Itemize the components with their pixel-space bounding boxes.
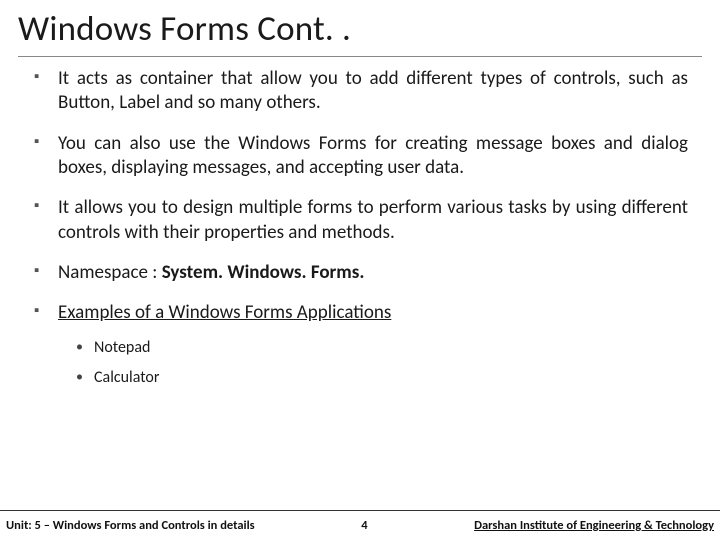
namespace-label: Namespace :	[58, 261, 162, 284]
slide-body: It acts as container that allow you to a…	[0, 67, 720, 390]
bullet-list: It acts as container that allow you to a…	[32, 67, 688, 390]
slide-footer: Unit: 5 – Windows Forms and Controls in …	[0, 510, 720, 540]
bullet-item: You can also use the Windows Forms for c…	[32, 132, 688, 181]
footer-institution: Darshan Institute of Engineering & Techn…	[474, 518, 720, 533]
bullet-item-namespace: Namespace : System. Windows. Forms.	[32, 261, 688, 285]
slide-title: Windows Forms Cont. .	[0, 0, 720, 54]
footer-page-number: 4	[255, 518, 474, 533]
examples-list: Notepad Calculator	[76, 336, 688, 390]
slide: Windows Forms Cont. . It acts as contain…	[0, 0, 720, 540]
examples-heading: Examples of a Windows Forms Applications	[58, 301, 391, 324]
title-divider	[18, 56, 702, 57]
bullet-item-examples: Examples of a Windows Forms Applications…	[32, 301, 688, 389]
example-item: Calculator	[76, 366, 688, 390]
namespace-value: System. Windows. Forms.	[162, 261, 365, 284]
bullet-item: It allows you to design multiple forms t…	[32, 196, 688, 245]
footer-unit: Unit: 5 – Windows Forms and Controls in …	[0, 518, 255, 533]
example-item: Notepad	[76, 336, 688, 360]
bullet-item: It acts as container that allow you to a…	[32, 67, 688, 116]
